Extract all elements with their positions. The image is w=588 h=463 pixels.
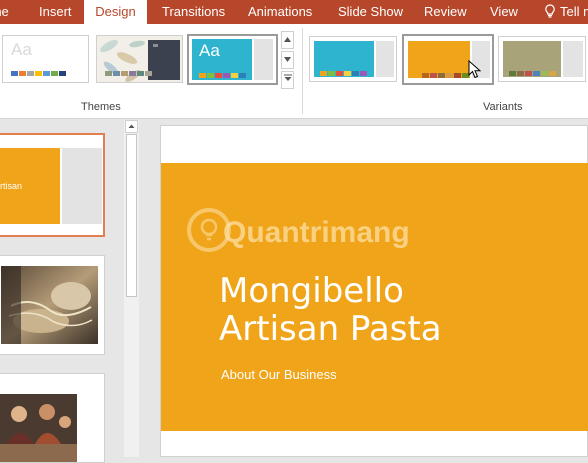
theme-selected-cyan[interactable]: Aa — [187, 34, 278, 85]
tab-view[interactable]: View — [490, 0, 518, 24]
scroll-thumb[interactable] — [126, 134, 137, 297]
expand-more-icon — [283, 74, 292, 81]
scroll-up-button[interactable] — [125, 120, 138, 133]
tell-me-label: Tell m — [560, 4, 588, 19]
variant-olive-side-block — [563, 41, 583, 77]
tab-transitions[interactable]: Transitions — [162, 0, 225, 24]
thumbnails-scrollbar[interactable] — [124, 120, 139, 457]
variant-cyan-side-block — [376, 41, 394, 77]
mouse-cursor-icon — [468, 60, 482, 79]
slide-canvas[interactable]: Quantrimang Mongibello Artisan Pasta Abo… — [160, 125, 588, 457]
theme-office-swatches — [11, 71, 67, 76]
chevron-down-icon — [284, 57, 291, 62]
theme-office[interactable]: Aa — [2, 35, 89, 83]
theme-leaf-swatches — [105, 71, 153, 76]
slide-thumbnails-pane: rtisan — [0, 119, 143, 463]
variant-olive-swatches — [509, 71, 557, 76]
variant-cyan-swatches — [320, 71, 368, 76]
variant-olive[interactable] — [498, 36, 586, 82]
themes-group-label: Themes — [81, 101, 121, 113]
arrow-up-icon — [128, 124, 135, 128]
slide-thumbnail-1[interactable]: rtisan — [0, 133, 105, 237]
group-divider — [302, 28, 303, 114]
slide-thumbnail-1-text: rtisan — [0, 181, 23, 191]
tab-animations[interactable]: Animations — [248, 0, 312, 24]
tab-home[interactable]: rne — [0, 0, 9, 24]
tab-slide-show[interactable]: Slide Show — [338, 0, 403, 24]
gallery-more-button[interactable] — [281, 71, 294, 89]
slide-thumbnail-2[interactable] — [0, 255, 105, 355]
theme-leaf[interactable] — [96, 35, 183, 83]
people-photo-image — [0, 394, 77, 462]
slide-editor-pane: Quantrimang Mongibello Artisan Pasta Abo… — [150, 119, 588, 457]
theme-cyan-side-block — [254, 39, 273, 80]
tab-insert[interactable]: Insert — [39, 0, 72, 24]
theme-office-preview-text: Aa — [11, 40, 32, 59]
tab-design[interactable]: Design — [84, 0, 147, 24]
slide-title[interactable]: Mongibello Artisan Pasta — [219, 272, 529, 348]
variant-orange-swatches — [422, 73, 470, 78]
slide-thumbnail-3[interactable] — [0, 373, 105, 463]
theme-cyan-preview-text: Aa — [199, 41, 220, 60]
tab-review[interactable]: Review — [424, 0, 467, 24]
theme-cyan-swatches — [199, 73, 247, 78]
tell-me-box[interactable]: Tell m — [544, 0, 588, 24]
gallery-scroll-up-button[interactable] — [281, 31, 294, 49]
slide-subtitle[interactable]: About Our Business — [221, 367, 337, 382]
variants-group-label: Variants — [483, 101, 523, 113]
ribbon-design-panel: Aa Aa Themes Variants — [0, 24, 588, 119]
chevron-up-icon — [284, 37, 291, 42]
slide-thumbnail-1-side — [62, 148, 102, 224]
variant-cyan[interactable] — [309, 36, 397, 82]
lightbulb-icon — [545, 4, 555, 18]
ribbon-tab-bar: rne Insert Design Transitions Animations… — [0, 0, 588, 24]
watermark-text: Quantrimang — [223, 216, 410, 249]
gallery-scroll-down-button[interactable] — [281, 51, 294, 69]
pasta-photo-image — [1, 266, 98, 344]
